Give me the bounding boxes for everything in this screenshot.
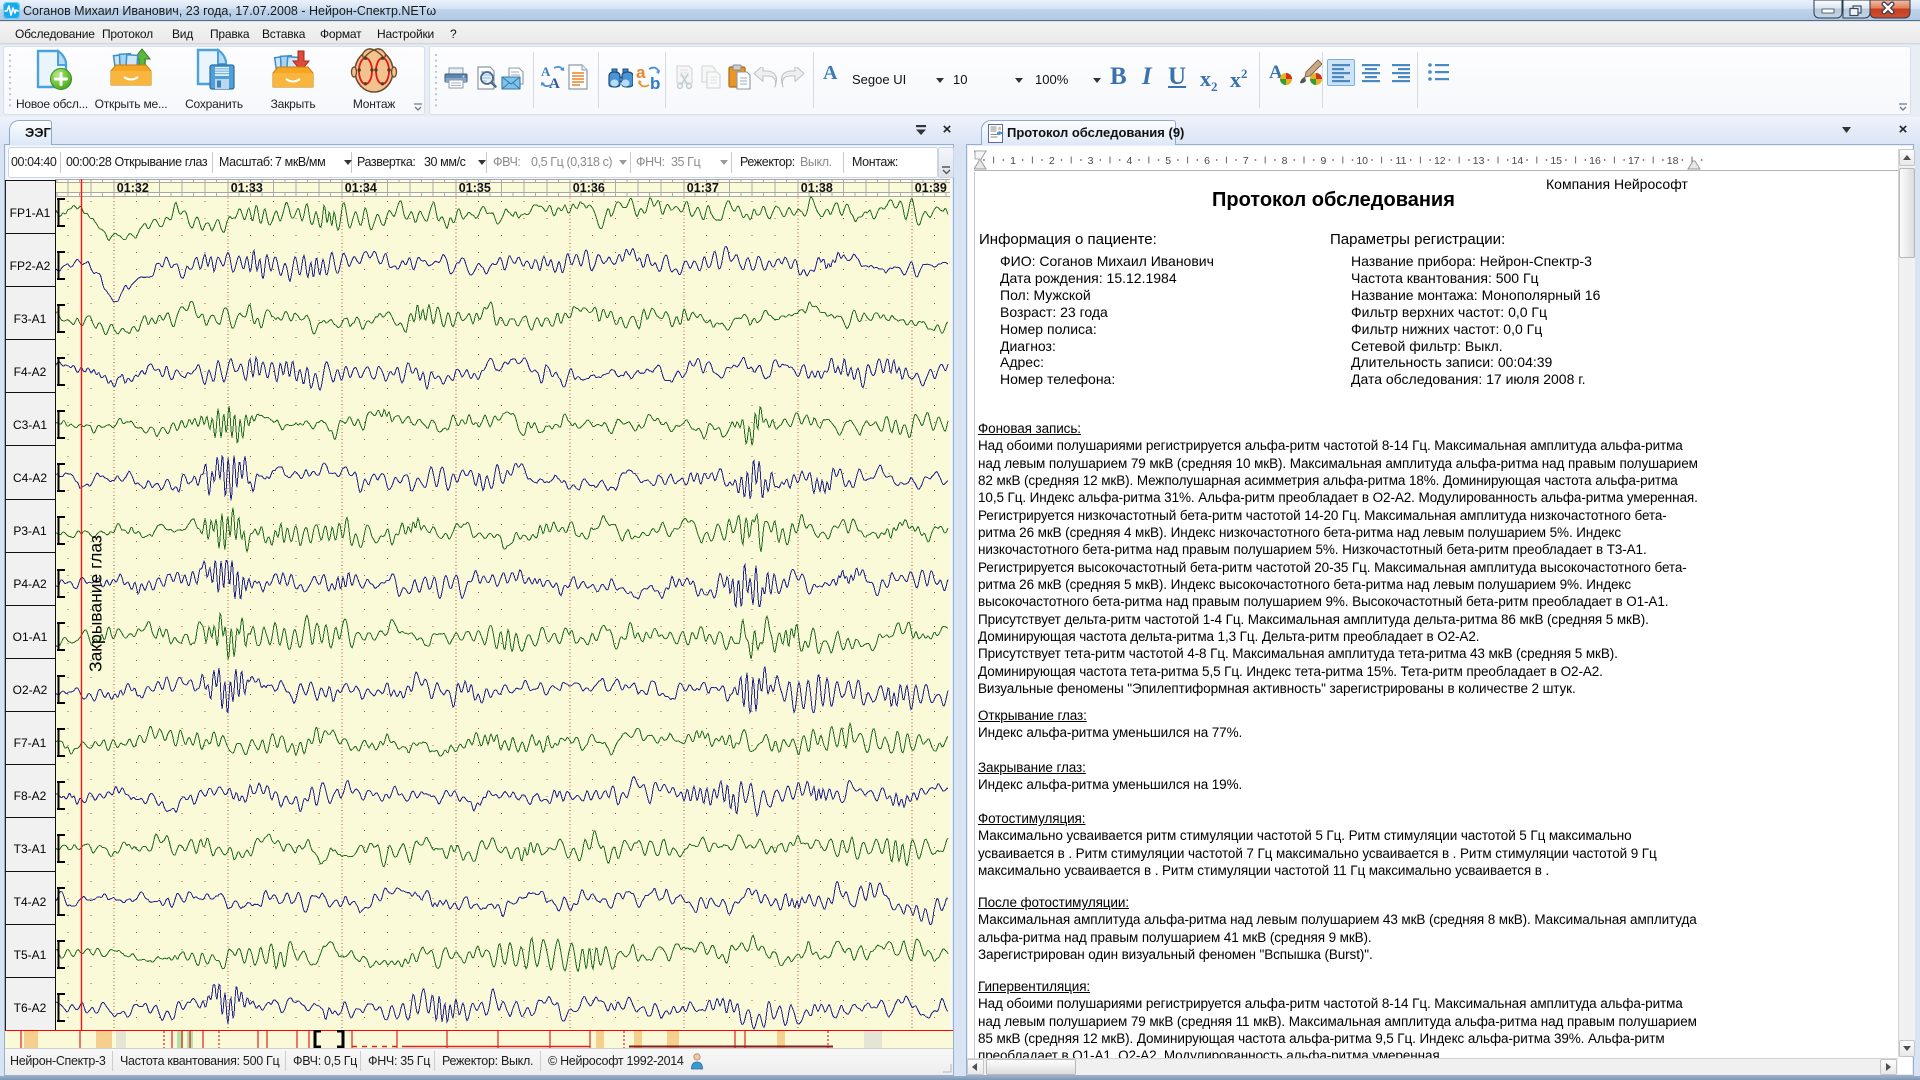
svg-text:a: a <box>636 64 646 82</box>
svg-text:18: 18 <box>1667 155 1679 167</box>
svg-text:4: 4 <box>1126 155 1132 167</box>
svg-text:8: 8 <box>1282 155 1288 167</box>
svg-text:01:36: 01:36 <box>573 181 605 195</box>
svg-text:01:39: 01:39 <box>915 181 947 195</box>
svg-text:5: 5 <box>1165 155 1171 167</box>
svg-text:16: 16 <box>1589 155 1601 167</box>
svg-text:9: 9 <box>1320 155 1326 167</box>
svg-text:10: 10 <box>1356 155 1368 167</box>
svg-text:01:32: 01:32 <box>117 181 149 195</box>
svg-text:12: 12 <box>1434 155 1446 167</box>
svg-text:11: 11 <box>1396 155 1407 167</box>
svg-text:01:37: 01:37 <box>687 181 719 195</box>
svg-text:A: A <box>823 62 838 82</box>
svg-text:17: 17 <box>1628 155 1640 167</box>
svg-text:b: b <box>650 74 660 90</box>
svg-text:01:33: 01:33 <box>231 181 263 195</box>
svg-text:6: 6 <box>1204 155 1210 167</box>
svg-text:3: 3 <box>1088 155 1094 167</box>
svg-text:14: 14 <box>1512 155 1524 167</box>
svg-text:7: 7 <box>1243 155 1249 167</box>
svg-text:15: 15 <box>1550 155 1562 167</box>
svg-text:13: 13 <box>1473 155 1485 167</box>
svg-text:Закрывание глаз: Закрывание глаз <box>86 535 106 672</box>
svg-text:01:38: 01:38 <box>801 181 833 195</box>
svg-text:01:35: 01:35 <box>459 181 491 195</box>
svg-text:2: 2 <box>1049 155 1055 167</box>
svg-text:1: 1 <box>1010 155 1016 167</box>
svg-text:01:34: 01:34 <box>345 181 377 195</box>
svg-text:A: A <box>549 76 560 90</box>
